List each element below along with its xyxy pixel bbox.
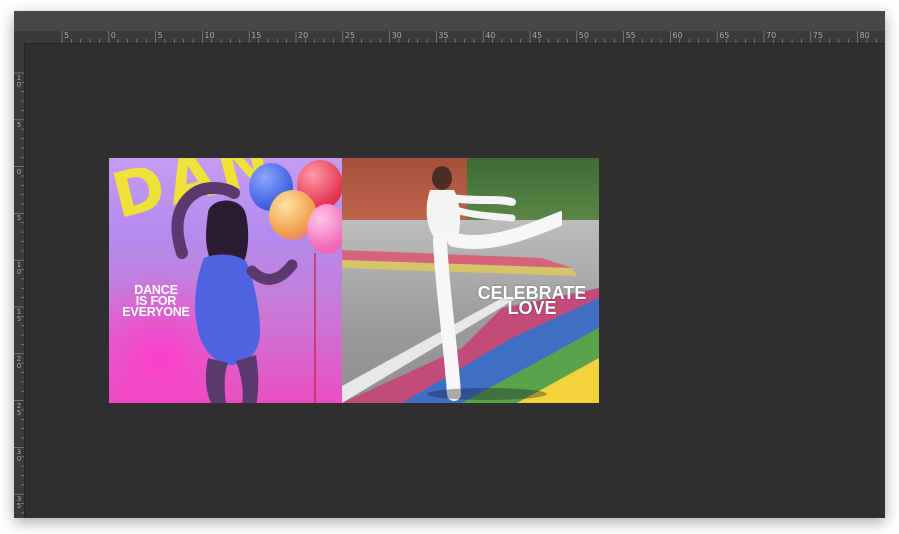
horizontal-ruler-ticks bbox=[61, 31, 877, 43]
vertical-ruler-label: 5 bbox=[16, 120, 22, 129]
horizontal-ruler-label: 75 bbox=[812, 31, 823, 40]
horizontal-ruler-label: 40 bbox=[485, 31, 496, 40]
horizontal-ruler-label: 30 bbox=[391, 31, 402, 40]
horizontal-ruler[interactable]: 5 0 5 10 15 20 25 30 35 40 45 50 55 60 65 70 75 80 bbox=[24, 31, 885, 44]
vertical-ruler-label: 0 bbox=[16, 167, 22, 176]
horizontal-ruler-label: 35 bbox=[438, 31, 449, 40]
horizontal-ruler-label: 0 bbox=[110, 31, 116, 40]
vertical-ruler-label: 10 bbox=[16, 261, 22, 277]
balloon-string bbox=[314, 253, 316, 403]
horizontal-ruler-label: 55 bbox=[625, 31, 636, 40]
horizontal-ruler-label: 70 bbox=[766, 31, 777, 40]
horizontal-ruler-label: 45 bbox=[532, 31, 543, 40]
vertical-ruler-label: 5 bbox=[16, 214, 22, 223]
balloon-pink bbox=[307, 204, 342, 254]
horizontal-ruler-label: 10 bbox=[204, 31, 215, 40]
vertical-ruler-ticks bbox=[14, 72, 24, 514]
vertical-ruler-label: 20 bbox=[16, 354, 22, 370]
horizontal-ruler-label: 80 bbox=[859, 31, 870, 40]
horizontal-ruler-label: 5 bbox=[157, 31, 163, 40]
horizontal-ruler-label: 25 bbox=[344, 31, 355, 40]
vertical-ruler-label: 15 bbox=[16, 308, 22, 323]
horizontal-ruler-label: 65 bbox=[719, 31, 730, 40]
horizontal-ruler-label: 50 bbox=[578, 31, 589, 40]
document-canvas[interactable]: DAN DANCE IS FOR EVERYONE CELEBRATE LOVE bbox=[109, 158, 599, 403]
ballet-dancer-figure bbox=[426, 166, 562, 401]
vertical-ruler-label: 10 bbox=[16, 74, 22, 89]
artwork-left-panel: DAN DANCE IS FOR EVERYONE bbox=[109, 158, 342, 403]
caption-line: EVERYONE bbox=[122, 305, 190, 319]
ruler-origin[interactable] bbox=[14, 31, 24, 43]
horizontal-ruler-label: 15 bbox=[251, 31, 262, 40]
artwork-right-panel: CELEBRATE LOVE bbox=[342, 158, 599, 403]
vertical-ruler-label: 25 bbox=[16, 401, 22, 417]
vertical-ruler[interactable]: 10 5 0 5 10 15 20 25 30 35 bbox=[14, 43, 25, 518]
editor-window: 5 0 5 10 15 20 25 30 35 40 45 50 55 60 65 70 75 80 105051… bbox=[14, 11, 885, 518]
vertical-ruler-label: 30 bbox=[16, 448, 22, 464]
vertical-ruler-label: 35 bbox=[16, 495, 22, 511]
right-caption: CELEBRATE LOVE bbox=[462, 284, 599, 318]
horizontal-ruler-label: 60 bbox=[672, 31, 683, 40]
caption-line: LOVE bbox=[507, 298, 557, 318]
horizontal-ruler-label: 5 bbox=[64, 31, 70, 40]
document-tab-bar bbox=[14, 11, 885, 31]
left-caption: DANCE IS FOR EVERYONE bbox=[109, 284, 203, 319]
horizontal-ruler-label: 20 bbox=[298, 31, 309, 40]
